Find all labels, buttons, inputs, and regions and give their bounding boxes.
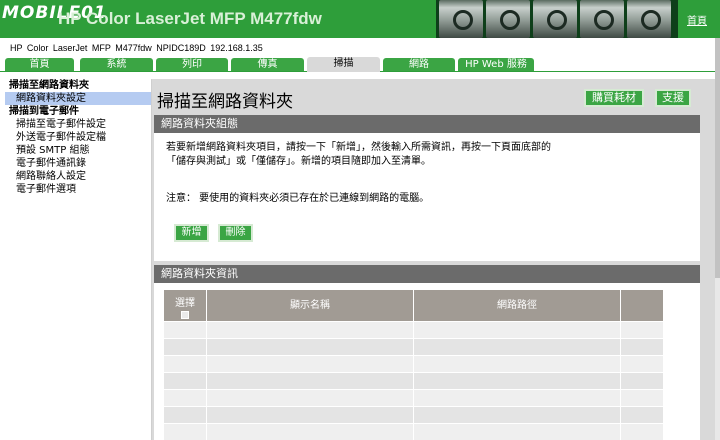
sidebar-item-scan-to-email-setup[interactable]: 掃描至電子郵件設定	[5, 118, 151, 131]
cartridge-icon	[439, 0, 483, 38]
note-text: 注意： 要使用的資料夾必須已存在於已連線到網路的電腦。	[166, 193, 430, 204]
network-folder-table: 選擇 顯示名稱 網路路徑	[164, 290, 664, 440]
home-link[interactable]: 首頁	[687, 12, 707, 27]
tab-fax[interactable]: 傳真	[231, 58, 304, 71]
cartridge-icon	[486, 0, 530, 38]
sidebar-item-network-contacts[interactable]: 網路聯絡人設定	[5, 170, 151, 183]
sidebar-item-outgoing-email-profiles[interactable]: 外送電子郵件設定檔	[5, 131, 151, 144]
delete-button[interactable]: 刪除	[218, 224, 253, 242]
table-header: 選擇 顯示名稱 網路路徑	[164, 290, 664, 321]
table-row	[164, 372, 664, 389]
main-content: 掃描至網路資料夾 購買耗材 支援 網路資料夾組態 若要新增網路資料夾項目，請按一…	[152, 79, 715, 440]
section-header-info: 網路資料夾資訊	[154, 265, 700, 283]
header-banner: MOBILE01 HP Color LaserJet MFP M477fdw 首…	[0, 0, 720, 38]
main-tabs: 首頁 系統 列印 傳真 掃描 網路 HP Web 服務	[0, 57, 720, 72]
device-info: HP Color LaserJet MFP M477fdw NPIDC189D …	[10, 43, 263, 53]
column-network-path: 網路路徑	[414, 290, 621, 321]
cartridge-icon	[580, 0, 624, 38]
printer-image	[436, 0, 678, 38]
support-button[interactable]: 支援	[655, 89, 691, 107]
page-scrollbar[interactable]	[715, 38, 720, 440]
table-row	[164, 406, 664, 423]
buy-supplies-button[interactable]: 購買耗材	[584, 89, 644, 107]
table-row	[164, 355, 664, 372]
sidebar-item-email-options[interactable]: 電子郵件選項	[5, 183, 151, 196]
select-all-checkbox[interactable]	[181, 311, 189, 319]
sidebar-item-email-address-book[interactable]: 電子郵件通訊錄	[5, 157, 151, 170]
table-row	[164, 389, 664, 406]
instruction-line-1: 若要新增網路資料夾項目，請按一下「新增」，然後輸入所需資訊，再按一下頁面底部的	[166, 142, 551, 153]
sidebar-group-network-folder[interactable]: 掃描至網路資料夾	[5, 79, 151, 92]
config-panel: 若要新增網路資料夾項目，請按一下「新增」，然後輸入所需資訊，再按一下頁面底部的 …	[154, 133, 700, 261]
column-display-name: 顯示名稱	[207, 290, 414, 321]
sidebar-group-scan-to-email[interactable]: 掃描到電子郵件	[5, 105, 151, 118]
column-select-label: 選擇	[175, 298, 195, 309]
section-header-config: 網路資料夾組態	[154, 115, 700, 133]
instruction-line-2: 「儲存與測試」或「僅儲存」。新增的項目隨即加入至清單。	[166, 156, 431, 167]
add-button[interactable]: 新增	[174, 224, 209, 242]
sidebar-item-default-smtp[interactable]: 預設 SMTP 組態	[5, 144, 151, 157]
cartridge-icon	[627, 0, 671, 38]
tab-print[interactable]: 列印	[156, 58, 228, 71]
table-row	[164, 338, 664, 355]
table-row	[164, 321, 664, 338]
scrollbar-thumb[interactable]	[715, 38, 720, 278]
tab-home[interactable]: 首頁	[5, 58, 74, 71]
product-title: HP Color LaserJet MFP M477fdw	[58, 9, 322, 28]
tab-system[interactable]: 系統	[80, 58, 153, 71]
column-extra	[621, 290, 664, 321]
sidebar: 掃描至網路資料夾 網路資料夾設定 掃描到電子郵件 掃描至電子郵件設定 外送電子郵…	[5, 79, 152, 440]
tab-hp-web-services[interactable]: HP Web 服務	[458, 58, 534, 71]
page-title: 掃描至網路資料夾	[157, 92, 293, 112]
cartridge-icon	[533, 0, 577, 38]
column-select: 選擇	[164, 290, 207, 321]
table-row	[164, 423, 664, 440]
tab-network[interactable]: 網路	[383, 58, 455, 71]
tab-scan[interactable]: 掃描	[307, 57, 380, 72]
sidebar-item-network-folder-setup[interactable]: 網路資料夾設定	[5, 92, 151, 105]
